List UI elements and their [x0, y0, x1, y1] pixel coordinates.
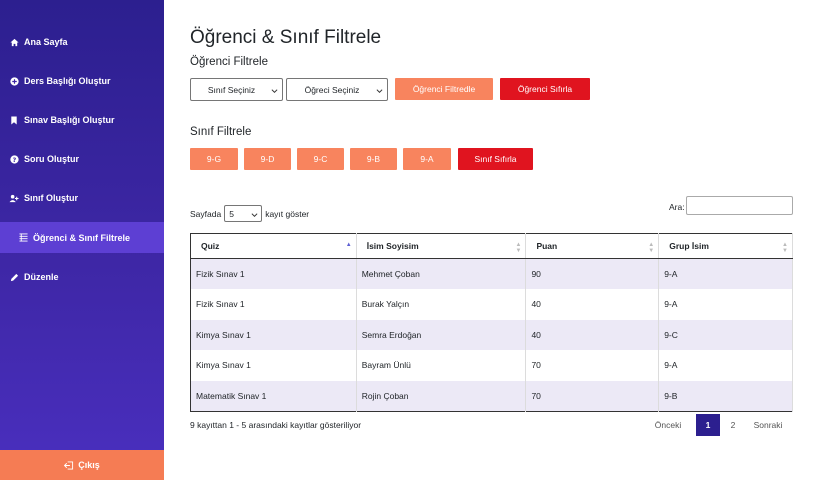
main-content: Öğrenci & Sınıf Filtrele Öğrenci Filtrel…	[164, 0, 819, 480]
column-header-label: İsim Soyisim	[366, 241, 419, 251]
sort-asc-icon: ▲	[345, 242, 352, 248]
sidebar-item-label: Sınav Başlığı Oluştur	[24, 115, 115, 125]
cell-name: Rojin Çoban	[356, 380, 527, 411]
cell-score: 70	[525, 350, 660, 381]
class-filter-title: Sınıf Filtrele	[190, 126, 252, 138]
page-length-suffix: kayıt göster	[265, 208, 310, 219]
class-button-9d[interactable]: 9-D	[244, 148, 291, 170]
sidebar-item-create-course-title[interactable]: Ders Başlığı Oluştur	[0, 66, 164, 96]
reset-student-button[interactable]: Öğrenci Sıfırla	[500, 78, 590, 100]
student-select[interactable]: Öğreci Seçiniz	[286, 78, 388, 101]
page-length-value: 5	[229, 208, 234, 219]
pencil-icon	[9, 272, 19, 282]
page-length-prefix: Sayfada	[190, 208, 222, 219]
table-row: Matematik Sınav 1 Rojin Çoban 70 9-B	[190, 380, 793, 411]
sidebar-item-create-exam-title[interactable]: Sınav Başlığı Oluştur	[0, 105, 164, 135]
pagination-next[interactable]: Sonraki	[750, 414, 786, 436]
column-header-name[interactable]: İsim Soyisim ▲ ▼	[356, 233, 527, 259]
cell-score: 40	[525, 319, 660, 350]
page-length-select[interactable]: 5	[224, 205, 263, 222]
filter-student-button[interactable]: Öğrenci Filtredle	[395, 78, 493, 100]
cell-score: 70	[525, 380, 660, 411]
cell-group: 9-B	[658, 380, 793, 411]
student-select-value: Öğreci Seçiniz	[304, 84, 360, 95]
class-select[interactable]: Sınıf Seçiniz	[190, 78, 283, 101]
logout-label: Çıkış	[78, 460, 100, 470]
column-header-score[interactable]: Puan ▲ ▼	[525, 233, 660, 259]
list-icon	[18, 233, 28, 243]
sort-icon: ▲ ▼	[782, 242, 788, 254]
plus-circle-icon	[9, 76, 19, 86]
sidebar-item-home[interactable]: Ana Sayfa	[0, 27, 164, 57]
home-icon	[9, 37, 19, 47]
class-button-9b[interactable]: 9-B	[350, 148, 397, 170]
chevron-down-icon	[376, 86, 383, 96]
column-header-quiz[interactable]: Quiz ▲	[190, 233, 357, 259]
table-row: Kimya Sınav 1 Semra Erdoğan 40 9-C	[190, 319, 793, 350]
sort-icon: ▲ ▼	[648, 242, 655, 254]
class-select-value: Sınıf Seçiniz	[207, 84, 256, 95]
cell-group: 9-A	[658, 289, 793, 320]
table-header-row: Quiz ▲ İsim Soyisim ▲ ▼ Puan ▲ ▼ Grup İsim ▲ ▼	[190, 233, 793, 259]
class-button-9a[interactable]: 9-A	[403, 148, 451, 170]
cell-name: Semra Erdoğan	[356, 319, 527, 350]
sidebar-item-label: Sınıf Oluştur	[24, 193, 78, 203]
cell-name: Burak Yalçın	[356, 289, 527, 320]
logout-icon	[64, 460, 74, 470]
cell-quiz: Kimya Sınav 1	[190, 350, 357, 381]
table-row: Fizik Sınav 1 Burak Yalçın 40 9-A	[190, 289, 793, 320]
column-header-label: Quiz	[201, 241, 220, 251]
search-label: Ara:	[669, 202, 685, 212]
sidebar-item-label: Düzenle	[24, 272, 59, 282]
pagination-page-1[interactable]: 1	[696, 414, 720, 436]
sidebar-item-create-class[interactable]: Sınıf Oluştur	[0, 183, 164, 213]
reset-class-button[interactable]: Sınıf Sıfırla	[458, 148, 533, 170]
results-table: Quiz ▲ İsim Soyisim ▲ ▼ Puan ▲ ▼ Grup İsim ▲ ▼ …	[190, 233, 793, 412]
sidebar: Ana Sayfa Ders Başlığı Oluştur Sınav Baş…	[0, 0, 164, 480]
sidebar-item-label: Ders Başlığı Oluştur	[24, 76, 111, 86]
question-circle-icon: ?	[9, 154, 19, 164]
table-row: Kimya Sınav 1 Bayram Ünlü 70 9-A	[190, 350, 793, 381]
cell-name: Mehmet Çoban	[356, 258, 527, 289]
sidebar-item-label: Ana Sayfa	[24, 37, 68, 47]
logout-button[interactable]: Çıkış	[0, 450, 164, 480]
column-header-group[interactable]: Grup İsim ▲ ▼	[658, 233, 793, 259]
cell-score: 90	[525, 258, 660, 289]
cell-quiz: Fizik Sınav 1	[190, 289, 357, 320]
cell-group: 9-C	[658, 319, 793, 350]
cell-group: 9-A	[658, 258, 793, 289]
chevron-down-icon	[251, 210, 258, 220]
student-filter-title: Öğrenci Filtrele	[190, 56, 268, 68]
search-input[interactable]	[686, 196, 793, 215]
sidebar-item-create-question[interactable]: ? Soru Oluştur	[0, 144, 164, 174]
bookmark-icon	[9, 115, 19, 125]
page-title: Öğrenci & Sınıf Filtrele	[190, 27, 382, 48]
sort-icon: ▲ ▼	[515, 242, 522, 254]
pagination-prev[interactable]: Önceki	[653, 414, 683, 436]
pagination-page-2[interactable]: 2	[722, 414, 744, 436]
chevron-down-icon	[271, 86, 278, 96]
sidebar-item-label: Öğrenci & Sınıf Filtrele	[33, 232, 131, 243]
users-plus-icon	[9, 193, 19, 203]
svg-text:?: ?	[12, 156, 16, 163]
sidebar-item-label: Soru Oluştur	[24, 154, 80, 164]
cell-quiz: Kimya Sınav 1	[190, 319, 357, 350]
cell-score: 40	[525, 289, 660, 320]
cell-group: 9-A	[658, 350, 793, 381]
class-button-9c[interactable]: 9-C	[297, 148, 344, 170]
table-info: 9 kayıttan 1 - 5 arasındaki kayıtlar gös…	[190, 420, 362, 430]
page-length-control: Sayfada 5 kayıt göster	[190, 205, 309, 222]
sidebar-item-student-class-filter[interactable]: Öğrenci & Sınıf Filtrele	[0, 222, 164, 253]
cell-quiz: Fizik Sınav 1	[190, 258, 357, 289]
column-header-label: Puan	[536, 241, 558, 251]
table-row: Fizik Sınav 1 Mehmet Çoban 90 9-A	[190, 258, 793, 289]
class-button-9g[interactable]: 9-G	[190, 148, 238, 170]
cell-name: Bayram Ünlü	[356, 350, 527, 381]
cell-quiz: Matematik Sınav 1	[190, 380, 357, 411]
column-header-label: Grup İsim	[669, 241, 709, 251]
sidebar-item-edit[interactable]: Düzenle	[0, 262, 164, 292]
